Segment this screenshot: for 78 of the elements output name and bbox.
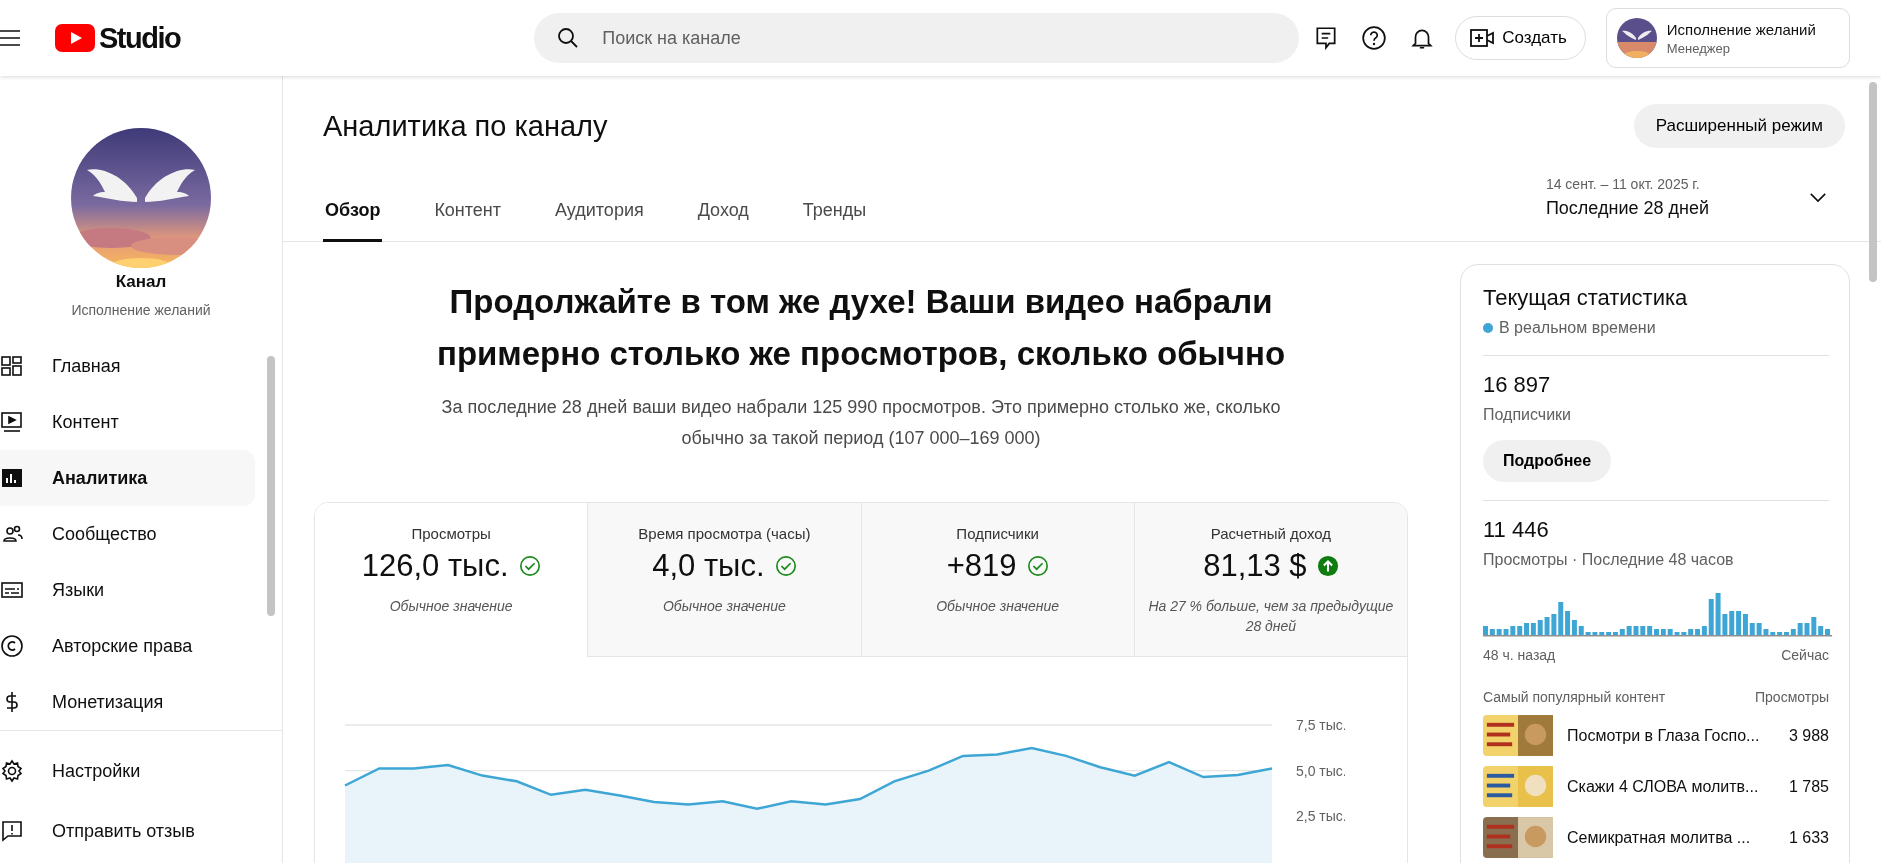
nav-item[interactable]: Отправить отзыв bbox=[0, 801, 270, 861]
metric-note: Обычное значение bbox=[388, 597, 514, 616]
metric-tab[interactable]: Подписчики +819 Обычное значение bbox=[860, 503, 1134, 657]
metric-label: Подписчики bbox=[956, 525, 1039, 542]
subscriber-count: 16 897 bbox=[1483, 372, 1552, 398]
video-title: Семикратная молитва ... bbox=[1567, 828, 1752, 847]
axis-label: 7,5 тыс. bbox=[1296, 717, 1345, 733]
video-row[interactable]: Семикратная молитва ... 1 633 bbox=[1483, 817, 1829, 858]
metric-note: Обычное значение bbox=[935, 597, 1061, 616]
search-field[interactable]: Поиск на канале bbox=[534, 13, 1300, 63]
nav-item[interactable]: Монетизация bbox=[0, 674, 255, 730]
nav-item[interactable]: Контент bbox=[0, 394, 255, 450]
add-video-icon bbox=[1470, 28, 1495, 48]
copyright-icon bbox=[0, 634, 24, 658]
account-switcher[interactable]: Исполнение желаний Менеджер bbox=[1605, 8, 1850, 68]
video-row[interactable]: Скажи 4 СЛОВА молитв... 1 785 bbox=[1483, 766, 1829, 807]
settings-icon bbox=[0, 759, 24, 783]
view-count: 1 633 bbox=[1788, 828, 1829, 847]
card-title: Текущая статистика bbox=[1483, 285, 1689, 311]
account-name: Исполнение желаний bbox=[1666, 20, 1816, 38]
axis-label: Сейчас bbox=[1781, 647, 1829, 663]
video-title: Скажи 4 СЛОВА молитв... bbox=[1567, 777, 1760, 796]
chevron-down-icon bbox=[1809, 192, 1827, 203]
feedback-icon bbox=[0, 819, 24, 843]
metric-value: 81,13 $ bbox=[1203, 548, 1307, 584]
subscriber-label: Подписчики bbox=[1483, 406, 1572, 424]
tab[interactable]: Тренды bbox=[800, 184, 869, 242]
channel-label: Канал bbox=[115, 272, 167, 292]
metric-tab[interactable]: Время просмотра (часы) 4,0 тыс. Обычное значение bbox=[587, 503, 861, 657]
view-count: 3 988 bbox=[1788, 726, 1829, 745]
account-role: Менеджер bbox=[1666, 40, 1731, 56]
dashboard-icon bbox=[0, 354, 24, 378]
axis-label: 2,5 тыс. bbox=[1296, 808, 1345, 825]
date-range-picker[interactable]: 14 сент. – 11 окт. 2025 г. Последние 28 дней bbox=[1545, 176, 1827, 241]
nav-item[interactable]: Настройки bbox=[0, 741, 270, 801]
summary-text: За последние 28 дней ваши видео набрали 125 990 просмотров. Это примерно столько же, сколько обычно за такой период (107 000–169 000) bbox=[440, 396, 1282, 450]
tab[interactable]: Доход bbox=[695, 184, 751, 242]
bar-chart-icon bbox=[0, 466, 24, 490]
tab[interactable]: Аудитория bbox=[553, 184, 646, 242]
create-button[interactable]: Создать bbox=[1455, 16, 1586, 60]
video-row[interactable]: Посмотри в Глаза Госпо... 3 988 bbox=[1483, 715, 1829, 756]
nav-item[interactable]: Языки bbox=[0, 562, 255, 618]
nav-item[interactable]: Сообщество bbox=[0, 506, 255, 562]
metric-tab[interactable]: Расчетный доход 81,13 $ На 27 % больше, чем за предыдущие 28 дней bbox=[1133, 503, 1407, 657]
channel-name: Исполнение желаний bbox=[71, 302, 211, 318]
metric-value: 4,0 тыс. bbox=[652, 548, 765, 584]
video-title: Посмотри в Глаза Госпо... bbox=[1567, 726, 1761, 745]
metric-value: +819 bbox=[946, 548, 1017, 584]
metric-label: Просмотры bbox=[411, 525, 491, 542]
axis-label: 5,0 тыс. bbox=[1296, 762, 1345, 779]
column-header: Просмотры bbox=[1755, 689, 1829, 705]
page-title: Аналитика по каналу bbox=[323, 109, 608, 143]
advanced-mode-button[interactable]: Расширенный режим bbox=[1633, 104, 1845, 148]
summary-headline: Продолжайте в том же духе! Ваши видео набрали примерно столько же просмотров, сколько обычно bbox=[435, 282, 1287, 374]
views-count: 11 446 bbox=[1483, 517, 1550, 543]
views-label: Просмотры · Последние 48 часов bbox=[1483, 551, 1735, 569]
scrollbar[interactable] bbox=[1869, 82, 1877, 282]
axis-label: 48 ч. назад bbox=[1483, 647, 1556, 663]
nav-item[interactable]: Главная bbox=[0, 338, 255, 394]
metric-label: Время просмотра (часы) bbox=[638, 525, 811, 542]
column-header: Самый популярный контент bbox=[1483, 689, 1666, 705]
more-button[interactable]: Подробнее bbox=[1483, 440, 1612, 482]
metric-note: На 27 % больше, чем за предыдущие 28 дней bbox=[1147, 597, 1395, 636]
live-dot-icon bbox=[1483, 323, 1493, 333]
tab[interactable]: Контент bbox=[432, 184, 504, 242]
menu-icon[interactable] bbox=[0, 30, 20, 46]
tab[interactable]: Обзор bbox=[323, 184, 383, 242]
metric-label: Расчетный доход bbox=[1210, 525, 1332, 542]
help-icon[interactable] bbox=[1361, 25, 1388, 51]
nav-item[interactable]: Аналитика bbox=[0, 450, 255, 506]
view-count: 1 785 bbox=[1788, 777, 1829, 796]
play-logo-icon[interactable] bbox=[55, 24, 95, 52]
video-icon bbox=[0, 410, 24, 434]
nav-item[interactable]: Авторские права bbox=[0, 618, 255, 674]
live-label: В реальном времени bbox=[1499, 319, 1656, 337]
logo-text[interactable]: Studio bbox=[99, 21, 181, 55]
metric-value: 126,0 тыс. bbox=[361, 548, 509, 584]
metric-note: Обычное значение bbox=[661, 597, 787, 616]
